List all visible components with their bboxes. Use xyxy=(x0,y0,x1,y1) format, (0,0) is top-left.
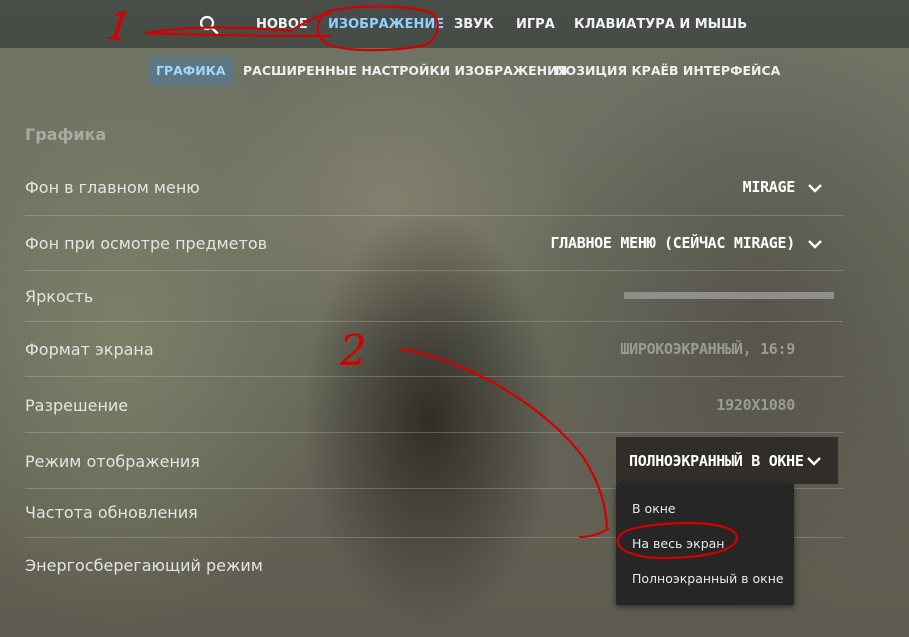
display-mode-dropdown[interactable]: ПОЛНОЭКРАННЫЙ В ОКНЕ xyxy=(616,437,838,484)
display-mode-value: ПОЛНОЭКРАННЫЙ В ОКНЕ xyxy=(629,452,804,470)
tab-game[interactable]: ИГРА xyxy=(516,0,555,48)
chevron-down-icon[interactable] xyxy=(808,183,822,193)
tab-image[interactable]: ИЗОБРАЖЕНИЕ xyxy=(328,0,444,48)
subtab-advanced-video[interactable]: РАСШИРЕННЫЕ НАСТРОЙКИ ИЗОБРАЖЕНИЯ xyxy=(243,57,567,85)
section-title: Графика xyxy=(25,125,107,144)
setting-label: Разрешение xyxy=(25,396,129,415)
subtab-hud-edge-position[interactable]: ПОЗИЦИЯ КРАЁВ ИНТЕРФЕЙСА xyxy=(555,57,780,85)
tab-keyboard-mouse[interactable]: КЛАВИАТУРА И МЫШЬ xyxy=(574,0,747,48)
inspect-background-value[interactable]: ГЛАВНОЕ МЕНЮ (СЕЙЧАС MIRAGE) xyxy=(551,234,796,252)
aspect-ratio-value: ШИРОКОЭКРАННЫЙ, 16:9 xyxy=(620,340,795,358)
setting-row-inspect-background: Фон при осмотре предметов ГЛАВНОЕ МЕНЮ (… xyxy=(25,216,843,271)
chevron-down-icon[interactable] xyxy=(808,239,822,249)
display-mode-menu: В окне На весь экран Полноэкранный в окн… xyxy=(616,484,794,605)
tab-new[interactable]: НОВОЕ xyxy=(256,0,308,48)
chevron-down-icon xyxy=(807,457,821,466)
setting-label: Формат экрана xyxy=(25,340,154,359)
setting-label: Энергосберегающий режим xyxy=(25,556,263,575)
menu-item-fullscreen-windowed[interactable]: Полноэкранный в окне xyxy=(632,571,784,586)
tab-sound[interactable]: ЗВУК xyxy=(454,0,494,48)
setting-label: Режим отображения xyxy=(25,452,200,471)
setting-row-brightness: Яркость xyxy=(25,271,843,322)
setting-label: Фон в главном меню xyxy=(25,178,200,197)
setting-label: Яркость xyxy=(25,287,94,306)
brightness-slider[interactable] xyxy=(624,292,834,299)
annotation-mark-2: 2 xyxy=(340,326,367,375)
setting-label: Фон при осмотре предметов xyxy=(25,234,268,253)
setting-label: Частота обновления xyxy=(25,503,198,522)
setting-row-resolution: Разрешение 1920X1080 xyxy=(25,377,843,433)
resolution-value: 1920X1080 xyxy=(716,396,795,414)
menu-item-fullscreen[interactable]: На весь экран xyxy=(632,536,724,551)
search-icon[interactable] xyxy=(199,15,219,35)
main-menu-background-value[interactable]: MIRAGE xyxy=(743,178,796,196)
menu-item-windowed[interactable]: В окне xyxy=(632,501,676,516)
setting-row-aspect-ratio: Формат экрана ШИРОКОЭКРАННЫЙ, 16:9 xyxy=(25,322,843,377)
setting-row-main-menu-background: Фон в главном меню MIRAGE xyxy=(25,160,843,216)
subtab-graphics[interactable]: ГРАФИКА xyxy=(148,57,234,85)
